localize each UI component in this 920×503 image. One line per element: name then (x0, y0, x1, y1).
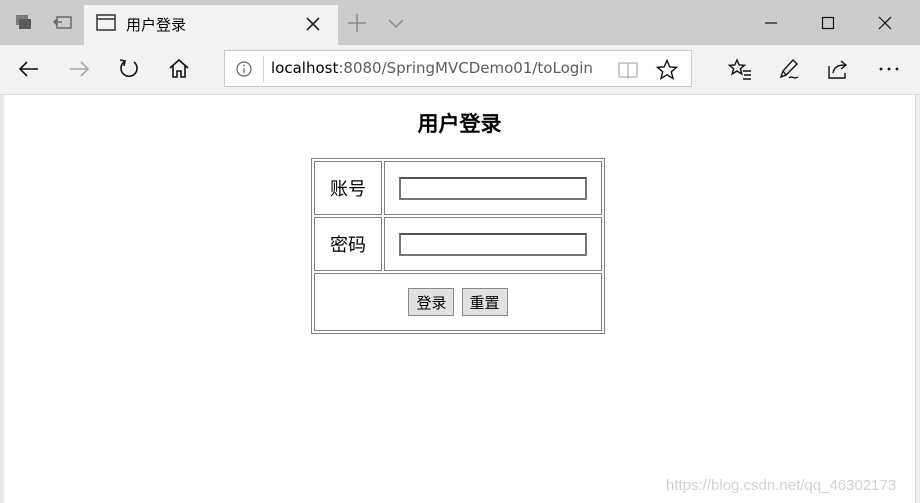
login-button[interactable]: 登录 (408, 288, 455, 316)
button-row: 登录 重置 (314, 273, 602, 331)
chevron-down-icon[interactable] (386, 14, 406, 32)
page-icon (96, 14, 116, 32)
watermark: https://blog.csdn.net/qq_46302173 (666, 477, 897, 494)
star-icon[interactable] (655, 58, 679, 82)
address-path: :8080/SpringMVCDemo01/toLogin (338, 59, 593, 77)
address-bar[interactable]: localhost:8080/SpringMVCDemo01/toLogin (224, 50, 692, 87)
maximize-icon[interactable] (813, 8, 843, 38)
page-title: 用户登录 (417, 112, 502, 136)
address-host: localhost (271, 59, 339, 77)
tab-strip: 用户登录 (0, 0, 920, 45)
tab-title: 用户登录 (126, 16, 187, 34)
set-tabs-aside-icon[interactable] (48, 8, 78, 38)
page-content: 用户登录 账号 密码 登录 重置 https://blog.csdn.net/q… (4, 95, 915, 503)
refresh-icon[interactable] (116, 56, 142, 82)
account-cell (384, 161, 602, 215)
favorites-list-icon[interactable] (727, 56, 753, 82)
account-label: 账号 (314, 161, 382, 215)
minimize-icon[interactable] (756, 8, 786, 38)
navigation-bar: localhost:8080/SpringMVCDemo01/toLogin (0, 45, 920, 95)
close-tab-icon[interactable] (302, 13, 324, 35)
window-edge-right (915, 95, 920, 503)
login-form-table: 账号 密码 登录 重置 (311, 158, 605, 334)
close-window-icon[interactable] (870, 8, 900, 38)
share-icon[interactable] (825, 56, 851, 82)
active-tab[interactable]: 用户登录 (84, 5, 338, 45)
book-icon[interactable] (617, 60, 639, 80)
password-label: 密码 (314, 217, 382, 271)
account-input[interactable] (399, 176, 587, 200)
more-icon[interactable] (876, 56, 902, 82)
password-input[interactable] (399, 232, 587, 256)
address-separator (263, 56, 264, 82)
reset-button[interactable]: 重置 (461, 288, 508, 316)
info-icon[interactable] (235, 60, 253, 78)
password-cell (384, 217, 602, 271)
password-row: 密码 (314, 217, 602, 271)
browser-window: 用户登录 localhost:8080/SpringMVCDemo01/toLo… (0, 0, 920, 503)
plus-icon[interactable] (346, 12, 368, 34)
pen-icon[interactable] (776, 56, 802, 82)
account-row: 账号 (314, 161, 602, 215)
button-cell: 登录 重置 (314, 273, 602, 331)
address-url[interactable]: localhost:8080/SpringMVCDemo01/toLogin (271, 59, 593, 77)
forward-arrow-icon[interactable] (66, 56, 92, 82)
tab-actions-icon[interactable] (8, 8, 38, 38)
home-icon[interactable] (166, 56, 192, 82)
back-arrow-icon[interactable] (16, 56, 42, 82)
